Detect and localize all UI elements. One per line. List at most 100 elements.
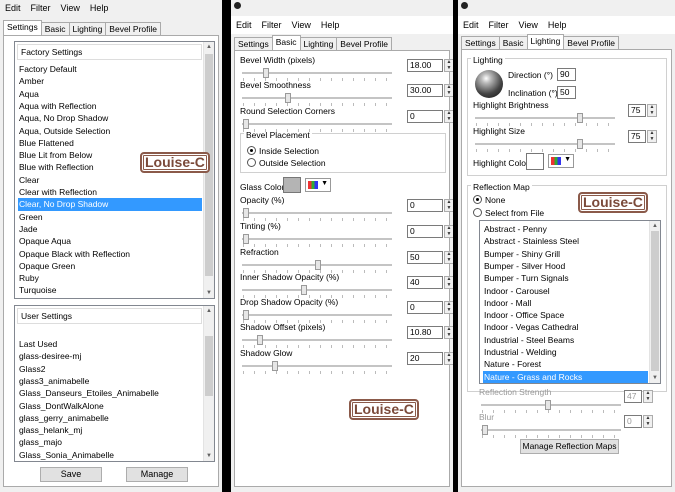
reflection-map-item[interactable]: Nature - Forest [483,358,648,370]
spinner-arrows-icon[interactable]: ▲ ▼ [444,225,453,238]
shadow-offset-input[interactable]: 10.80 [407,326,443,339]
spinner-arrows-icon[interactable]: ▲ ▼ [444,110,453,123]
tab-bevel-profile[interactable]: Bevel Profile [105,22,162,35]
reflection-map-item[interactable]: Bumper - Silver Hood [483,260,648,272]
factory-preset-item[interactable]: Aqua, No Drop Shadow [18,112,202,124]
reflection-map-item[interactable]: Bumper - Turn Signals [483,272,648,284]
none-label[interactable]: None [485,195,505,205]
menu-help[interactable]: Help [85,3,114,13]
inner-shadow-slider[interactable] [242,285,392,298]
refraction-slider[interactable] [242,260,392,273]
reflection-map-item[interactable]: Abstract - Penny [483,223,648,235]
highlight-color-swatch[interactable] [526,153,544,170]
scroll-thumb[interactable] [651,231,659,371]
menu-edit[interactable]: Edit [458,20,484,30]
reflection-map-item[interactable]: Nature - Grass and Rocks [483,370,648,383]
user-settings-list[interactable]: User Settings Last Used glass-desiree-mj G… [14,305,215,462]
spinner-arrows-icon[interactable]: ▲ ▼ [444,352,453,365]
inner-shadow-input[interactable]: 40 [407,276,443,289]
inside-selection-radio[interactable] [247,146,256,155]
shadow-offset-slider[interactable] [242,335,392,348]
manage-button[interactable]: Manage [126,467,188,482]
reflection-map-list[interactable]: Abstract - Penny Abstract - Stainless Ste… [479,220,661,384]
blur-slider[interactable] [481,425,621,438]
user-preset-item[interactable]: Glass_DontWalkAlone [18,400,202,412]
reflection-map-item[interactable]: Bumper - Shiny Grill [483,248,648,260]
light-direction-sphere[interactable] [475,70,503,98]
spinner-arrows-icon[interactable]: ▲ ▼ [444,251,453,264]
opacity-input[interactable]: 0 [407,199,443,212]
round-corners-slider[interactable] [242,119,392,132]
factory-preset-item[interactable]: Aqua, Outside Selection [18,125,202,137]
factory-preset-item[interactable]: Blue Flattened [18,137,202,149]
factory-preset-item[interactable]: Amber [18,75,202,87]
tab-lighting[interactable]: Lighting [68,22,107,35]
menu-filter[interactable]: Filter [26,3,56,13]
tab-settings[interactable]: Settings [461,36,500,49]
highlight-brightness-input[interactable]: 75 [628,104,646,117]
tab-lighting[interactable]: Lighting [299,37,338,50]
spinner-arrows-icon[interactable]: ▲ ▼ [647,104,657,117]
factory-preset-item[interactable]: Turquoise [18,284,202,296]
spinner-arrows-icon[interactable]: ▲ ▼ [643,390,653,403]
highlight-color-picker[interactable]: ▼ [548,154,574,168]
opacity-slider[interactable] [242,208,392,221]
menu-edit[interactable]: Edit [0,3,26,13]
tab-basic[interactable]: Basic [271,35,301,50]
spinner-arrows-icon[interactable]: ▲ ▼ [444,276,453,289]
slider-thumb[interactable] [271,361,278,371]
bevel-width-input[interactable]: 18.00 [407,59,443,72]
spinner-arrows-icon[interactable]: ▲ ▼ [444,84,453,97]
spinner-arrows-icon[interactable]: ▲ ▼ [444,59,453,72]
slider-thumb[interactable] [243,234,249,244]
reflection-map-item[interactable]: Abstract - Stainless Steel [483,235,648,247]
slider-thumb[interactable] [243,208,249,218]
factory-preset-item[interactable]: Ruby [18,272,202,284]
factory-preset-item[interactable]: Clear [18,174,202,186]
tab-lighting[interactable]: Lighting [526,34,565,49]
tinting-input[interactable]: 0 [407,225,443,238]
menu-view[interactable]: View [514,20,543,30]
slider-thumb[interactable] [315,260,321,270]
tinting-slider[interactable] [242,234,392,247]
slider-thumb[interactable] [243,310,249,320]
slider-thumb[interactable] [243,119,249,129]
factory-preset-item[interactable]: Opaque Green [18,260,202,272]
select-from-file-radio[interactable] [473,208,482,217]
menu-edit[interactable]: Edit [231,20,257,30]
scroll-thumb[interactable] [205,336,213,396]
bevel-smoothness-slider[interactable] [242,93,392,106]
bevel-width-slider[interactable] [242,68,392,81]
menu-filter[interactable]: Filter [257,20,287,30]
select-from-file-label[interactable]: Select from File [485,208,544,218]
user-preset-item[interactable]: Glass_Danseurs_Etoiles_Animabelle [18,387,202,399]
tab-settings[interactable]: Settings [3,20,42,35]
slider-thumb[interactable] [482,425,488,435]
spinner-arrows-icon[interactable]: ▲ ▼ [643,415,653,428]
save-button[interactable]: Save [40,467,102,482]
direction-input[interactable]: 90 [557,68,576,81]
reflection-map-item[interactable]: Industrial - Welding [483,346,648,358]
scroll-up-icon[interactable]: ▲ [650,221,660,231]
glass-color-swatch[interactable] [283,177,301,193]
shadow-glow-input[interactable]: 20 [407,352,443,365]
drop-shadow-input[interactable]: 0 [407,301,443,314]
tab-settings[interactable]: Settings [234,37,273,50]
slider-thumb[interactable] [257,335,264,345]
highlight-brightness-slider[interactable] [475,113,615,126]
spinner-arrows-icon[interactable]: ▲ ▼ [444,199,453,212]
manage-reflection-maps-button[interactable]: Manage Reflection Maps [520,439,619,454]
reflection-map-item[interactable]: Indoor - Mall [483,297,648,309]
tab-bevel-profile[interactable]: Bevel Profile [563,36,620,49]
factory-preset-item[interactable]: Aqua with Reflection [18,100,202,112]
user-preset-item[interactable]: glass_helank_mj [18,424,202,436]
reflection-map-item[interactable]: Industrial - Steel Beams [483,334,648,346]
factory-preset-item[interactable]: Clear, No Drop Shadow [18,198,202,211]
drop-shadow-slider[interactable] [242,310,392,323]
scroll-down-icon[interactable]: ▼ [650,373,660,383]
outside-selection-radio[interactable] [247,158,256,167]
menu-view[interactable]: View [56,3,85,13]
inclination-input[interactable]: 50 [557,86,576,99]
slider-thumb[interactable] [576,113,583,123]
scroll-up-icon[interactable]: ▲ [204,42,214,52]
